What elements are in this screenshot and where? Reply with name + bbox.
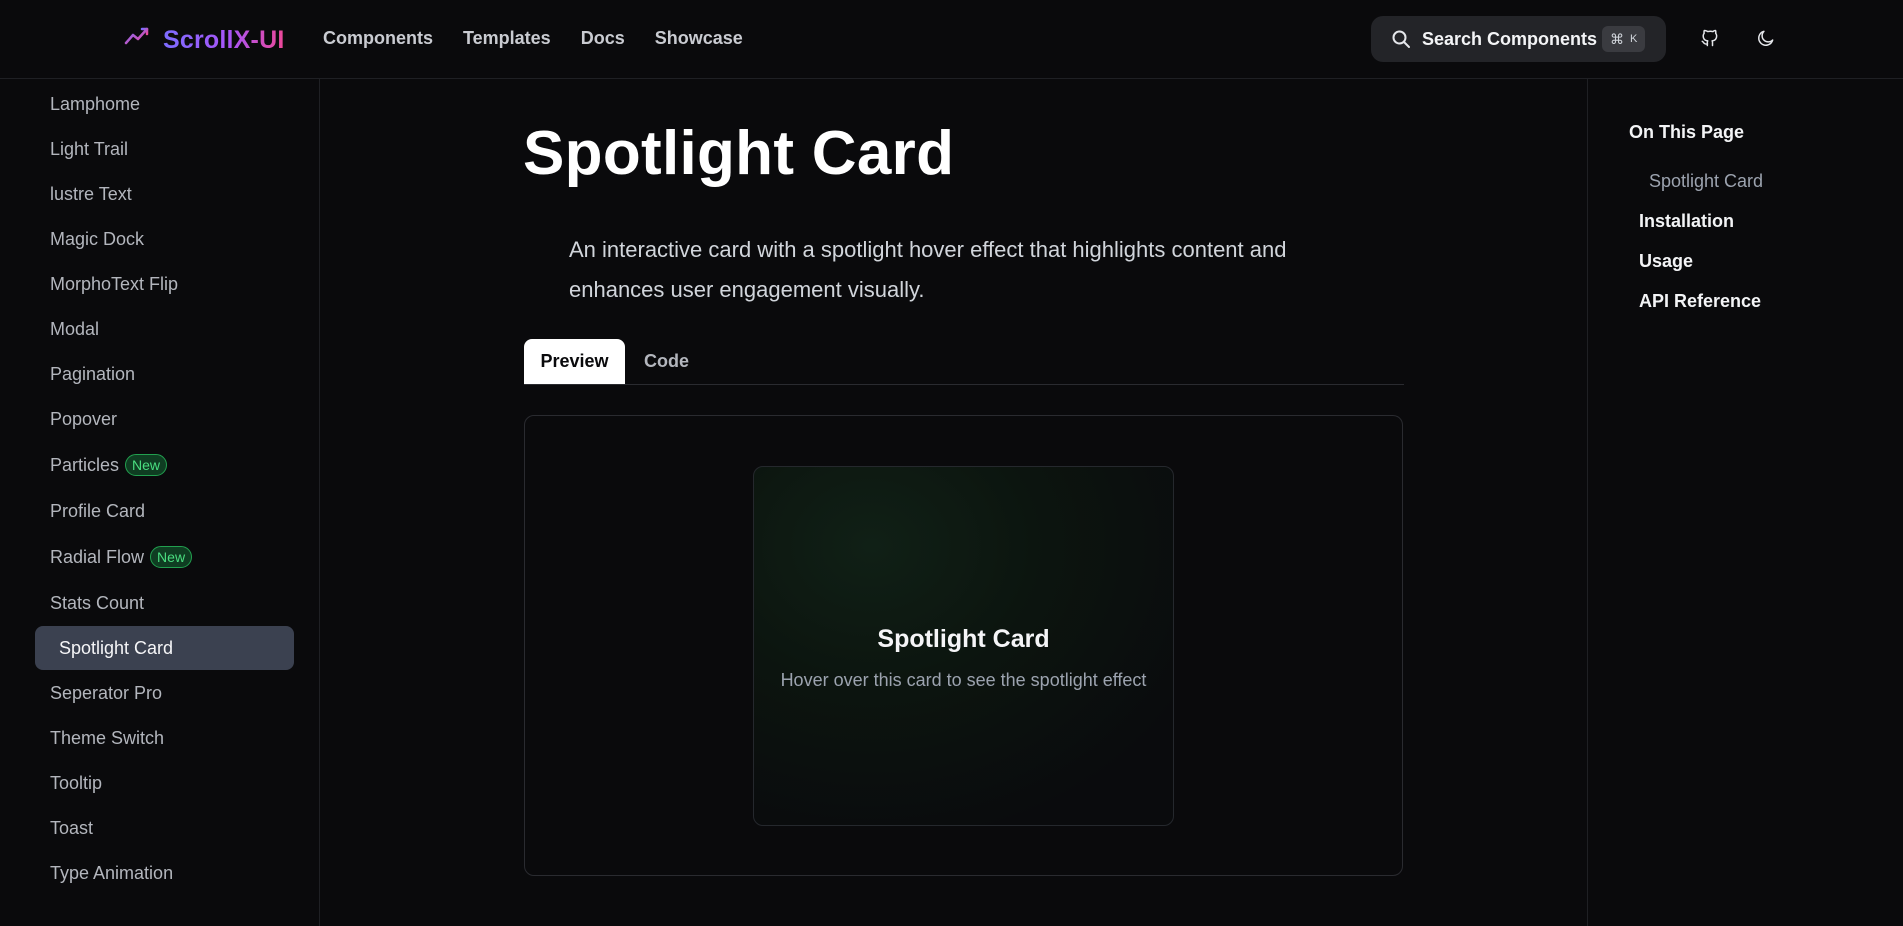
sidebar-item-label: Modal [50,318,100,339]
sidebar-item-label: lustre Text [50,183,132,204]
search-label: Search Components [1422,29,1598,49]
sidebar-item-pagination[interactable]: Pagination [35,352,294,396]
preview-code-tabs: Preview Code [524,339,1404,385]
toc-item-usage[interactable]: Usage [1639,251,1693,272]
sidebar-item-radial-flow[interactable]: Radial Flow New [35,535,294,579]
card-subtitle: Hover over this card to see the spotligh… [780,670,1147,690]
sidebar-item-label: Toast [50,817,94,838]
nav-components[interactable]: Components [323,28,433,49]
sidebar-item-profile-card[interactable]: Profile Card [35,489,294,533]
new-badge: New [150,546,193,568]
spotlight-card-demo[interactable]: Spotlight Card Hover over this card to s… [753,466,1174,826]
sidebar-item-label: Popover [50,408,118,429]
toc-title: On This Page [1629,122,1745,142]
sidebar-item-label: Spotlight Card [59,637,174,658]
toc-item-spotlight-card[interactable]: Spotlight Card [1649,171,1763,192]
tab-preview[interactable]: Preview [524,339,625,384]
new-badge: New [125,454,168,476]
sidebar-item-morphotext-flip[interactable]: MorphoText Flip [35,262,294,306]
sidebar-item-modal[interactable]: Modal [35,307,294,351]
search-icon [1391,29,1411,54]
sidebar-item-label: Radial Flow [50,546,145,567]
page-description: An interactive card with a spotlight hov… [569,237,1287,302]
sidebar-item-popover[interactable]: Popover [35,397,294,441]
card-title: Spotlight Card [877,625,1050,653]
sidebar-item-magic-dock[interactable]: Magic Dock [35,217,294,261]
sidebar-item-lamphome[interactable]: Lamphome [35,82,294,126]
command-key: ⌘ [1610,30,1624,47]
logo-icon [123,24,151,57]
toc-item-installation[interactable]: Installation [1639,211,1734,232]
sidebar-item-toast[interactable]: Toast [35,806,294,850]
sidebar-item-label: Stats Count [50,592,145,613]
page-title: Spotlight Card [523,119,955,188]
sidebar-item-label: Type Animation [50,862,174,883]
toc-item-api-reference[interactable]: API Reference [1639,291,1761,312]
sidebar-item-theme-switch[interactable]: Theme Switch [35,716,294,760]
sidebar-item-tooltip[interactable]: Tooltip [35,761,294,805]
sidebar-item-label: Lamphome [50,93,141,114]
keyboard-shortcut: ⌘ K [1602,26,1646,52]
sidebar-item-label: Seperator Pro [50,682,163,703]
sidebar-item-seperator-pro[interactable]: Seperator Pro [35,671,294,715]
sidebar-item-lustre-text[interactable]: lustre Text [35,172,294,216]
sidebar: Lamphome Light Trail lustre Text Magic D… [0,79,320,926]
github-icon[interactable] [1699,27,1721,49]
table-of-contents: On This Page Spotlight Card Installation… [1587,79,1903,926]
nav-showcase[interactable]: Showcase [655,28,743,49]
sidebar-item-type-animation[interactable]: Type Animation [35,851,294,895]
sidebar-item-label: Profile Card [50,500,146,521]
shortcut-key: K [1630,33,1638,45]
tab-code[interactable]: Code [644,339,689,384]
nav-templates[interactable]: Templates [463,28,551,49]
sidebar-item-spotlight-card[interactable]: Spotlight Card [35,626,294,670]
top-header: ScrollX-UI Components Templates Docs Sho… [0,0,1903,79]
sidebar-item-label: Theme Switch [50,727,165,748]
sidebar-item-label: Tooltip [50,772,103,793]
sidebar-item-light-trail[interactable]: Light Trail [35,127,294,171]
nav-docs[interactable]: Docs [581,28,625,49]
sidebar-item-particles[interactable]: Particles New [35,443,294,487]
sidebar-item-label: Particles [50,454,120,475]
sidebar-item-label: Pagination [50,363,136,384]
sidebar-item-label: Light Trail [50,138,129,159]
sidebar-item-stats-count[interactable]: Stats Count [35,581,294,625]
main-nav: Components Templates Docs Showcase [323,28,743,49]
sidebar-item-label: Magic Dock [50,228,145,249]
brand-name: ScrollX-UI [163,26,285,54]
logo-link[interactable]: ScrollX-UI [123,24,284,57]
sidebar-item-label: MorphoText Flip [50,273,179,294]
moon-icon[interactable] [1755,27,1777,49]
search-button[interactable]: Search Components ⌘ K [1371,16,1666,62]
